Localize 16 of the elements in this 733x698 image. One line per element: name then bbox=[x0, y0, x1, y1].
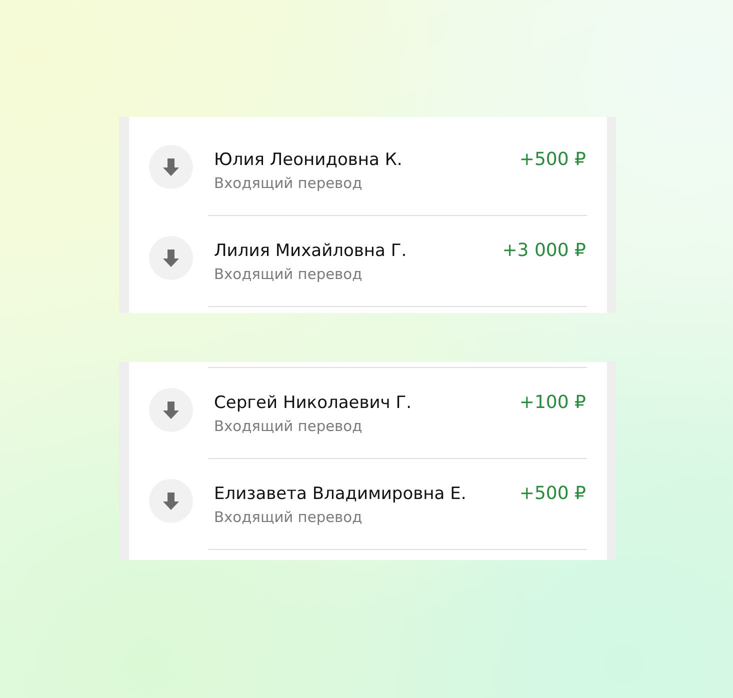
arrow-down-icon bbox=[149, 479, 193, 523]
arrow-down-icon bbox=[149, 236, 193, 280]
sender-name: Лилия Михайловна Г. bbox=[214, 240, 407, 262]
arrow-down-icon bbox=[149, 388, 193, 432]
transaction-type: Входящий перевод bbox=[214, 508, 362, 528]
amount: +3 000 ₽ bbox=[502, 240, 586, 262]
amount: +100 ₽ bbox=[519, 392, 586, 414]
amount: +500 ₽ bbox=[519, 483, 586, 505]
transaction-type: Входящий перевод bbox=[214, 417, 362, 437]
sender-name: Елизавета Владимировна Е. bbox=[214, 483, 466, 505]
arrow-down-icon bbox=[149, 145, 193, 189]
transaction-type: Входящий перевод bbox=[214, 174, 362, 194]
amount: +500 ₽ bbox=[519, 149, 586, 171]
sender-name: Юлия Леонидовна К. bbox=[214, 149, 402, 171]
transaction-type: Входящий перевод bbox=[214, 265, 362, 285]
sender-name: Сергей Николаевич Г. bbox=[214, 392, 412, 414]
